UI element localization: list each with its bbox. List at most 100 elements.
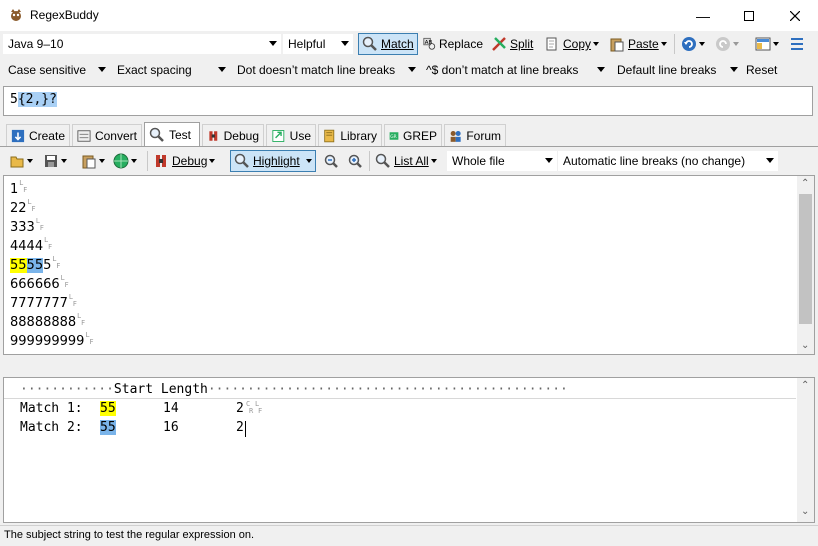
replace-button[interactable]: AB Replace <box>420 33 486 55</box>
paste-button[interactable]: Paste <box>606 33 671 55</box>
menu-button[interactable] <box>786 33 810 55</box>
next-match-button[interactable] <box>344 150 366 172</box>
regex-editor[interactable]: 5{2,}? <box>3 86 813 116</box>
result-match-text: 55 <box>100 420 116 435</box>
line-break-marker: LF <box>44 236 53 251</box>
split-button[interactable]: Split <box>488 33 538 55</box>
reset-button[interactable]: Reset <box>743 59 783 81</box>
text-cursor <box>245 421 246 437</box>
line-break-marker: LF <box>85 331 94 346</box>
subject-scrollbar-thumb[interactable] <box>799 194 812 324</box>
chevron-up-icon[interactable]: ⌃ <box>801 178 809 189</box>
svg-text:AB: AB <box>425 40 433 46</box>
tab-debug[interactable]: Debug <box>202 124 264 146</box>
result-match-text: 55 <box>100 401 116 416</box>
line-break-mode-select[interactable]: Automatic line breaks (no change) <box>558 151 778 171</box>
redo-button[interactable] <box>712 33 746 55</box>
pane-splitter[interactable] <box>0 356 818 376</box>
subject-scrollbar[interactable]: ⌃ ⌄ <box>797 176 814 354</box>
flavor-value: Java 9–10 <box>8 37 64 51</box>
tab-convert-label: Convert <box>94 128 137 143</box>
minimize-button[interactable]: — <box>680 0 726 31</box>
svg-text:GR: GR <box>390 133 396 139</box>
copy-icon <box>546 37 557 51</box>
magnifier-icon <box>375 153 390 168</box>
paste-subject-button[interactable] <box>78 150 108 172</box>
app-logo-icon <box>11 9 21 21</box>
web-button[interactable] <box>110 150 144 172</box>
results-scrollbar[interactable]: ⌃ ⌄ <box>797 378 814 522</box>
layout-button[interactable] <box>752 33 784 55</box>
zoom-next-icon <box>348 154 362 168</box>
match-label: Match <box>381 37 414 51</box>
magnifier-icon <box>234 153 249 168</box>
tab-library[interactable]: Library <box>318 124 382 146</box>
dot-select[interactable]: Dot doesn’t match line breaks <box>232 60 420 80</box>
helpful-value: Helpful <box>288 37 326 51</box>
result-row[interactable]: Match 2: 55 16 2 <box>20 420 280 439</box>
maximize-button[interactable] <box>726 0 772 31</box>
undo-button[interactable] <box>678 33 712 55</box>
close-icon <box>790 10 800 21</box>
linebreaks-select[interactable]: Default line breaks <box>612 60 742 80</box>
subject-line: 333 L F <box>10 217 44 235</box>
results-header-label: Start Length <box>113 382 208 397</box>
list-all-button[interactable]: List All <box>372 150 442 172</box>
options-toolbar: Case sensitive Exact spacing Dot doesn’t… <box>0 59 818 81</box>
tab-create[interactable]: Create <box>6 124 70 146</box>
subject-line: 1LF <box>10 179 28 197</box>
previous-match-button[interactable] <box>320 150 342 172</box>
library-icon <box>324 129 335 142</box>
dot-value: Dot doesn’t match line breaks <box>237 63 396 77</box>
menu-icon <box>791 38 803 50</box>
window-title: RegexBuddy <box>30 8 99 22</box>
subject-line: 22 L F <box>10 198 36 216</box>
copy-label: Copy <box>563 37 592 51</box>
subject-line: 7777777 L F <box>10 293 77 311</box>
anchors-select[interactable]: ^$ don’t match at line breaks <box>421 60 609 80</box>
paste-icon <box>82 155 96 169</box>
result-length: 2 <box>236 401 244 416</box>
subject-line: 55555 L F <box>10 255 61 273</box>
result-label: Match 1: <box>20 401 83 416</box>
chevron-up-icon[interactable]: ⌃ <box>801 380 809 391</box>
tab-convert[interactable]: Convert <box>72 124 142 146</box>
tab-grep[interactable]: GR GREP <box>384 124 442 146</box>
subject-editor[interactable]: 1LF 22 L F 333 L F 4444 L F 55555 L F 666666 L F 7… <box>3 175 815 355</box>
open-file-button[interactable] <box>6 150 38 172</box>
tab-create-label: Create <box>28 128 65 143</box>
debug-button[interactable]: Debug <box>150 150 224 172</box>
tab-forum[interactable]: Forum <box>444 124 506 146</box>
zoom-previous-icon <box>324 154 338 168</box>
match-button[interactable]: Match <box>358 33 418 55</box>
close-button[interactable] <box>772 0 818 31</box>
spacing-select[interactable]: Exact spacing <box>112 60 230 80</box>
toolbar-separator <box>674 34 675 54</box>
results-header: ············Start Length················… <box>20 382 568 397</box>
match-2-highlight: 55 <box>26 258 44 273</box>
chevron-down-icon[interactable]: ⌄ <box>801 340 809 351</box>
line-break-marker: LF <box>60 274 69 289</box>
scope-select[interactable]: Whole file <box>447 151 557 171</box>
grep-icon: GR <box>389 131 399 139</box>
copy-button[interactable]: Copy <box>541 33 603 55</box>
regex-literal: 5 <box>10 92 18 107</box>
globe-icon <box>113 153 129 169</box>
match-results-panel[interactable]: ············Start Length················… <box>3 377 815 523</box>
line-break-marker: LF <box>77 312 86 327</box>
helpful-select[interactable]: Helpful <box>283 34 353 54</box>
case-select[interactable]: Case sensitive <box>3 60 110 80</box>
tab-use[interactable]: Use <box>266 124 316 146</box>
title-bar: RegexBuddy — <box>0 0 818 31</box>
flavor-select[interactable]: Java 9–10 <box>3 34 281 54</box>
tab-test[interactable]: Test <box>144 122 200 146</box>
highlight-button[interactable]: Highlight <box>230 150 316 172</box>
replace-label: Replace <box>438 37 483 51</box>
chevron-down-icon[interactable]: ⌄ <box>801 506 809 517</box>
save-button[interactable] <box>40 150 72 172</box>
result-start: 16 <box>163 420 179 435</box>
tab-use-label: Use <box>289 128 311 143</box>
linebreaks-value: Default line breaks <box>617 63 717 77</box>
result-row[interactable]: Match 1: 55 14 2 CRLF <box>20 400 280 420</box>
forum-icon <box>450 130 461 142</box>
